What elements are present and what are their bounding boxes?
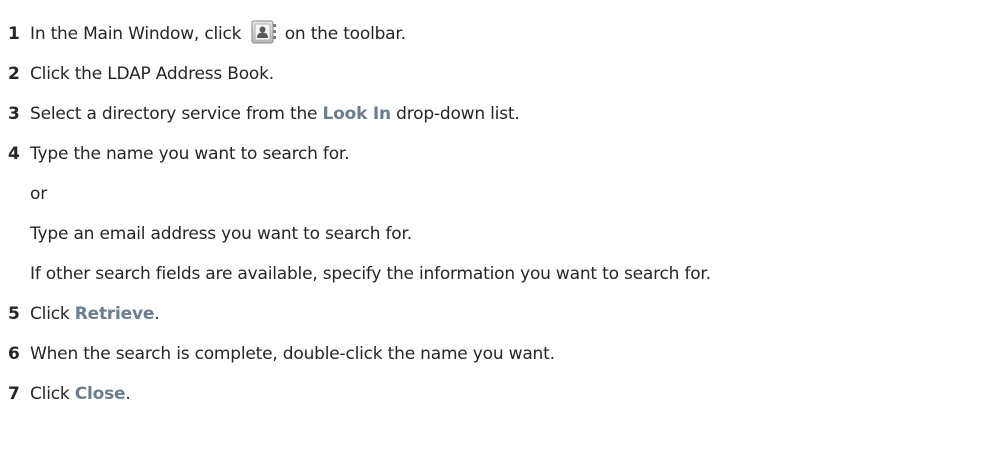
- step-text: on the toolbar.: [279, 24, 406, 44]
- step-4-note: If other search fields are available, sp…: [8, 254, 1006, 294]
- step-text: .: [154, 304, 160, 324]
- step-number: 2: [8, 64, 20, 84]
- step-text: In the Main Window, click: [30, 24, 247, 44]
- step-7: 7 Click Close.: [8, 374, 1006, 414]
- step-number: 5: [8, 304, 20, 324]
- step-text: Type the name you want to search for.: [30, 144, 350, 164]
- step-text: Type an email address you want to search…: [30, 224, 412, 244]
- step-number: 6: [8, 344, 20, 364]
- step-text: Click: [30, 384, 75, 404]
- step-number: 1: [8, 24, 20, 44]
- step-number: 3: [8, 104, 20, 124]
- retrieve-label: Retrieve: [74, 304, 155, 324]
- instruction-steps: 1 In the Main Window, click on the toolba…: [8, 14, 1006, 414]
- step-text: .: [125, 384, 131, 404]
- step-text: Click: [30, 304, 75, 324]
- step-text: If other search fields are available, sp…: [30, 264, 711, 284]
- step-2: 2 Click the LDAP Address Book.: [8, 54, 1006, 94]
- step-text: or: [30, 184, 47, 204]
- close-label: Close: [74, 384, 126, 404]
- step-number: 4: [8, 144, 20, 164]
- step-5: 5 Click Retrieve.: [8, 294, 1006, 334]
- step-text: drop-down list.: [390, 104, 520, 124]
- step-text: When the search is complete, double-clic…: [30, 344, 555, 364]
- step-6: 6 When the search is complete, double-cli…: [8, 334, 1006, 374]
- step-4-alt: Type an email address you want to search…: [8, 214, 1006, 254]
- step-4-or: or: [8, 174, 1006, 214]
- step-number: 7: [8, 384, 20, 404]
- step-text: Click the LDAP Address Book.: [30, 64, 274, 84]
- step-1: 1 In the Main Window, click on the toolba…: [8, 14, 1006, 54]
- address-book-icon: [251, 19, 277, 44]
- step-text: Select a directory service from the: [30, 104, 323, 124]
- step-3: 3 Select a directory service from the Loo…: [8, 94, 1006, 134]
- step-4: 4 Type the name you want to search for.: [8, 134, 1006, 174]
- look-in-label: Look In: [322, 104, 392, 124]
